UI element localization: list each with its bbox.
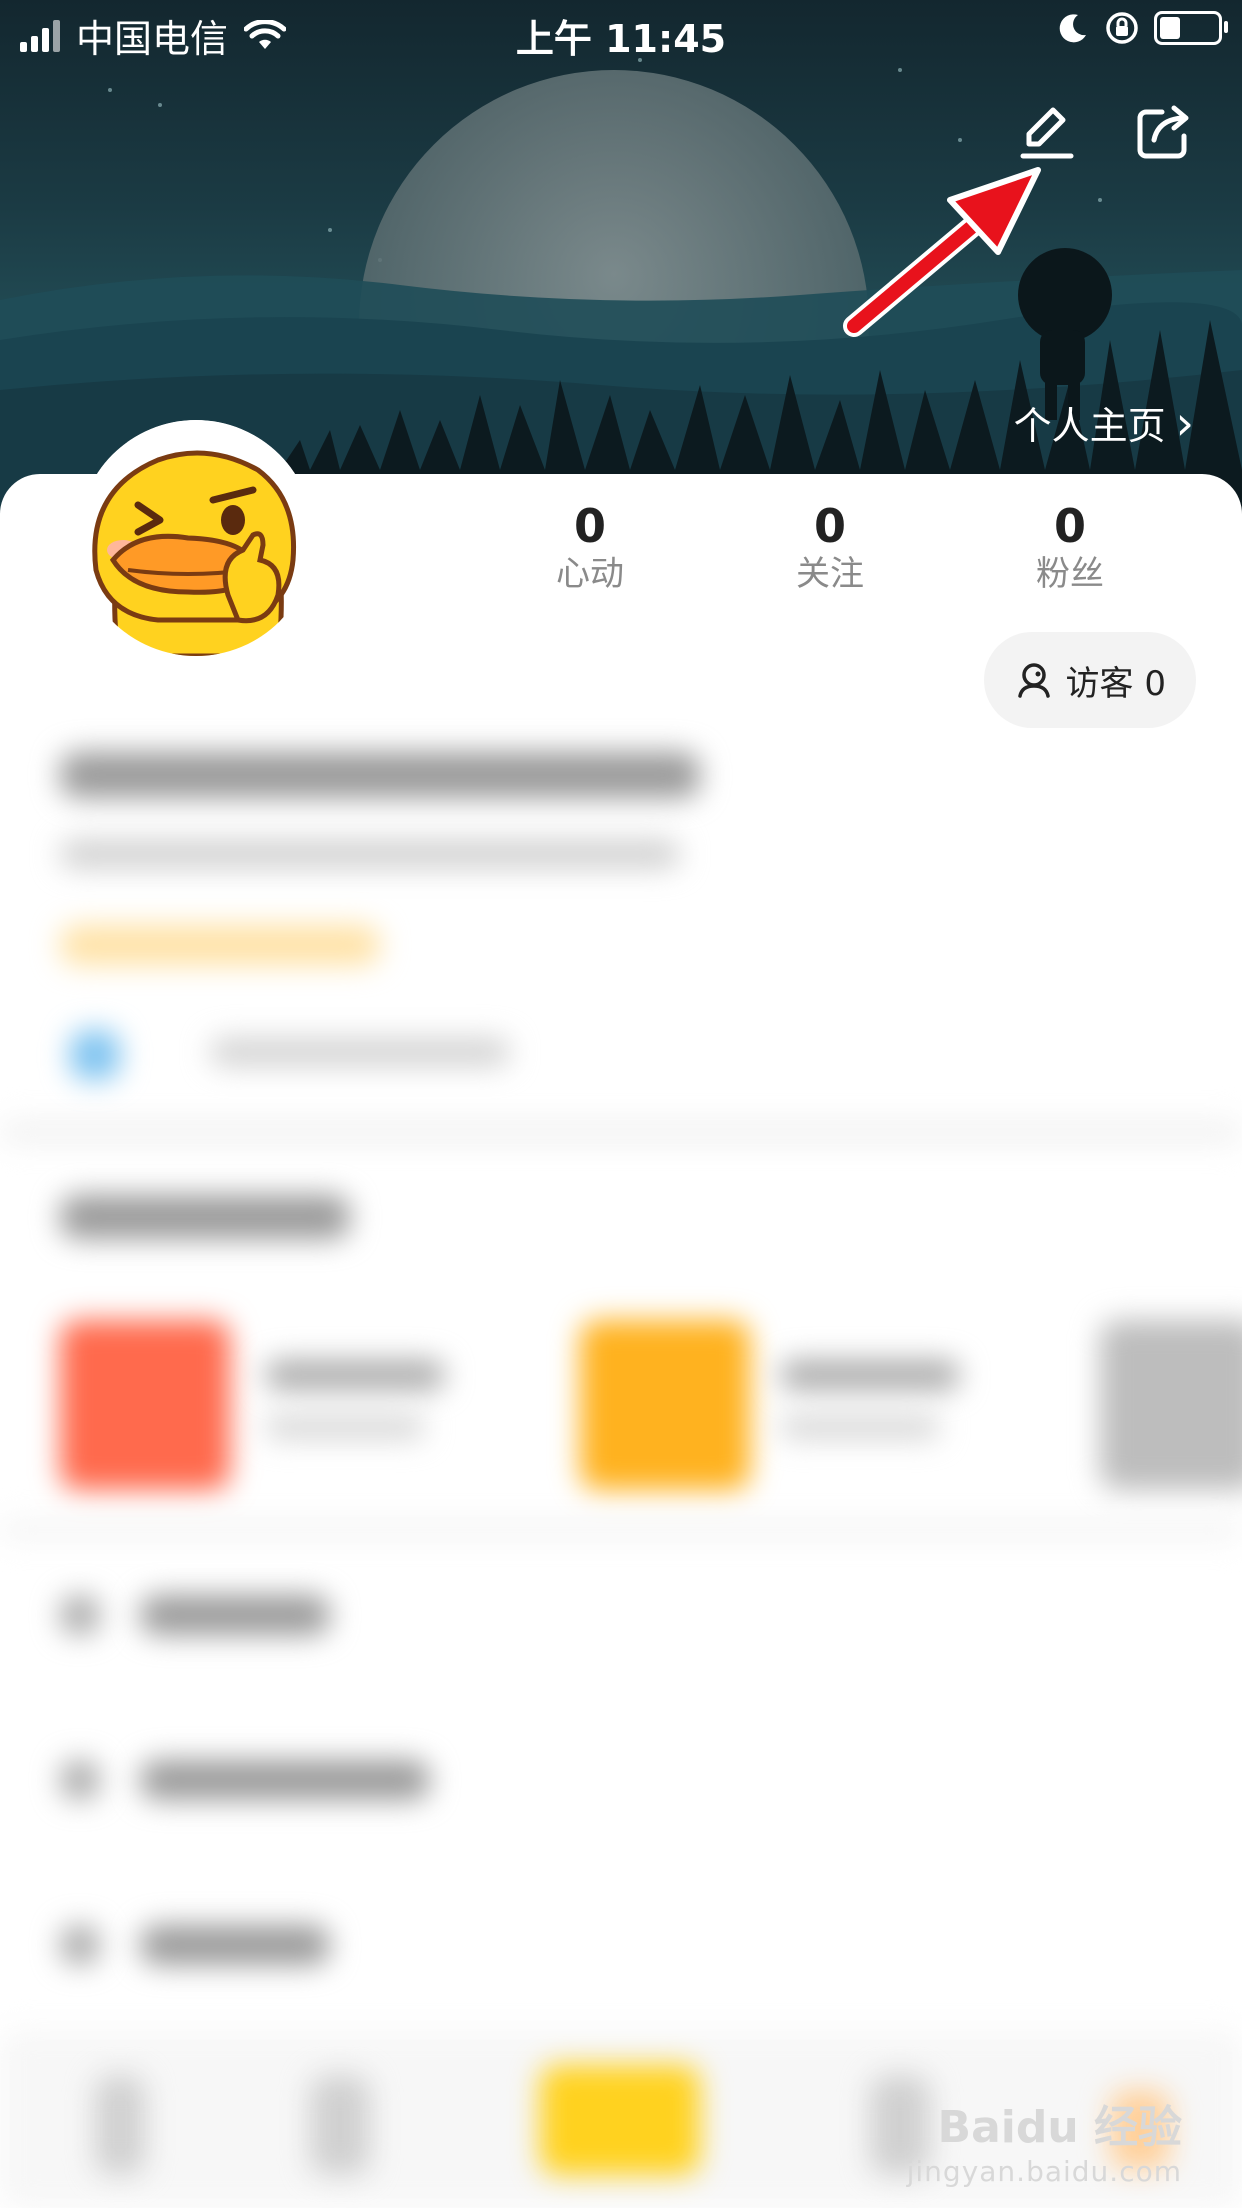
personal-homepage-label: 个人主页	[1013, 404, 1166, 448]
stat-following[interactable]: 0 关注	[710, 500, 950, 596]
profile-stats: 0 心动 0 关注 0 粉丝	[470, 500, 1190, 596]
pencil-edit-icon[interactable]	[1015, 100, 1079, 164]
stat-fans[interactable]: 0 粉丝	[950, 500, 1190, 596]
duck-avatar-image	[78, 420, 314, 656]
stat-label: 关注	[796, 554, 864, 594]
visitor-button[interactable]: 访客 0	[983, 632, 1196, 728]
stat-value: 0	[1053, 499, 1086, 553]
battery-icon	[1154, 11, 1228, 45]
rotation-lock-icon	[1106, 12, 1138, 44]
stat-label: 心动	[556, 554, 624, 594]
avatar[interactable]	[78, 420, 314, 656]
share-icon[interactable]	[1132, 100, 1196, 164]
status-right	[1056, 10, 1228, 46]
visitor-person-icon	[1017, 663, 1050, 698]
visitor-label: 访客 0	[1065, 663, 1166, 704]
moon-do-not-disturb-icon	[1059, 14, 1086, 43]
stat-value: 0	[813, 499, 846, 553]
status-bar: 中国电信 上午 11:45	[0, 0, 1242, 64]
red-arrow-annotation	[843, 167, 1041, 337]
baidu-jingyan-watermark: Baidu 经验 jingyan.baidu.com	[907, 2091, 1182, 2188]
watermark-brand: Baidu 经验	[937, 2102, 1182, 2153]
stat-label: 粉丝	[1036, 554, 1104, 594]
watermark-url: jingyan.baidu.com	[906, 2155, 1182, 2188]
personal-homepage-link[interactable]: 个人主页 ›	[1014, 395, 1194, 450]
chevron-right-icon: ›	[1175, 395, 1194, 450]
stat-value: 0	[573, 499, 606, 553]
stat-heartbeat[interactable]: 0 心动	[470, 500, 710, 596]
